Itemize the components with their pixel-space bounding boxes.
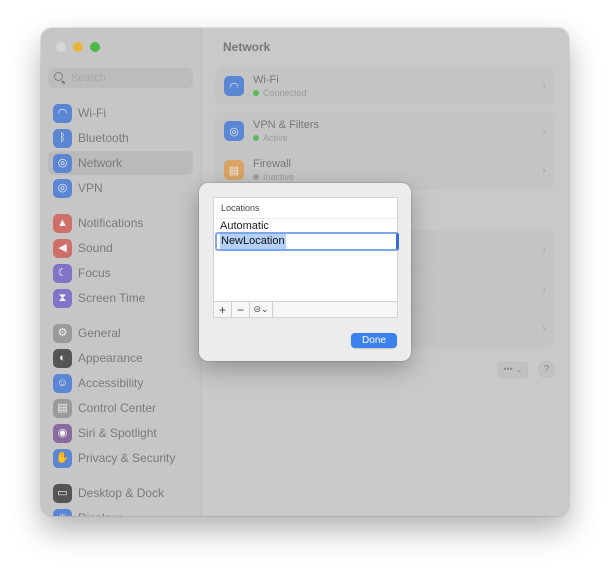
sidebar-item-label: Focus — [78, 266, 111, 280]
wifi-icon: ◠ — [224, 76, 244, 96]
wifi-card: ◠ Wi-Fi Connected › — [215, 67, 554, 105]
zoom-button[interactable] — [90, 42, 100, 52]
sidebar-item-control-center[interactable]: ▤ Control Center — [48, 396, 193, 420]
sidebar-item-appearance[interactable]: ◐ Appearance — [48, 346, 193, 370]
bottom-controls: ••• ⌄ ? — [498, 361, 555, 378]
list-header: Locations — [214, 198, 397, 219]
minimize-button[interactable] — [73, 42, 83, 52]
service-name: Firewall — [253, 157, 291, 170]
sidebar-item-notifications[interactable]: ▲ Notifications — [48, 211, 193, 235]
search-field[interactable] — [48, 68, 193, 88]
sidebar-item-label: Notifications — [78, 216, 144, 230]
sidebar-item-sound[interactable]: ◀ Sound — [48, 236, 193, 260]
chevron-right-icon: › — [542, 282, 546, 296]
status-dot — [253, 173, 259, 180]
firewall-icon: ▤ — [224, 160, 244, 180]
sidebar-item-privacy-security[interactable]: ✋ Privacy & Security — [48, 446, 193, 470]
service-row-wifi[interactable]: ◠ Wi-Fi Connected › — [215, 67, 554, 105]
service-status: Inactive — [263, 171, 295, 182]
chevron-right-icon: › — [542, 242, 546, 256]
vpn-globe-icon: ◎ — [53, 178, 72, 198]
chevron-right-icon: › — [542, 321, 546, 335]
sidebar-item-label: Privacy & Security — [78, 451, 176, 465]
hand-icon: ✋ — [53, 448, 72, 468]
bluetooth-icon: ᛒ — [53, 128, 72, 148]
sidebar: ◠ Wi-Fi ᛒ Bluetooth ◎ Network ◎ VPN ▲ Notificatio… — [41, 28, 202, 516]
sidebar-item-desktop-dock[interactable]: ▭ Desktop & Dock — [48, 481, 193, 505]
sidebar-item-label: Appearance — [78, 351, 143, 365]
sidebar-item-label: Bluetooth — [78, 131, 129, 145]
accessibility-icon: ☺ — [53, 373, 72, 393]
sidebar-item-focus[interactable]: ☾ Focus — [48, 261, 193, 285]
remove-location-button[interactable]: − — [232, 302, 250, 317]
sidebar-item-label: General — [78, 326, 121, 340]
add-location-button[interactable]: + — [214, 302, 232, 317]
sidebar-item-label: Sound — [78, 241, 113, 255]
sidebar-item-accessibility[interactable]: ☺ Accessibility — [48, 371, 193, 395]
locations-list: Locations Automatic NewLocation + − ⊝⌄ — [213, 197, 399, 318]
sidebar-item-label: Control Center — [78, 401, 157, 415]
locations-dialog: Locations Automatic NewLocation + − ⊝⌄ D… — [199, 183, 411, 361]
sidebar-item-label: Displays — [78, 511, 123, 516]
chevron-right-icon: › — [542, 79, 546, 93]
security-card: ◎ VPN & Filters Active › ▤ Firewall Inac… — [215, 112, 554, 190]
sidebar-item-label: Wi-Fi — [78, 106, 106, 120]
speaker-icon: ◀ — [53, 238, 72, 258]
sidebar-item-vpn[interactable]: ◎ VPN — [48, 176, 193, 200]
sidebar-item-label: Siri & Spotlight — [78, 426, 157, 440]
sidebar-item-bluetooth[interactable]: ᛒ Bluetooth — [48, 126, 193, 150]
sidebar-item-wi-fi[interactable]: ◠ Wi-Fi — [48, 101, 193, 125]
sidebar-item-screen-time[interactable]: ⧗ Screen Time — [48, 286, 193, 310]
status-dot — [253, 89, 259, 96]
sidebar-item-label: VPN — [78, 181, 103, 195]
list-toolbar: + − ⊝⌄ — [214, 301, 397, 317]
search-input[interactable] — [71, 72, 181, 84]
window-controls — [56, 42, 100, 52]
search-icon — [54, 72, 66, 84]
sidebar-item-siri-spotlight[interactable]: ◉ Siri & Spotlight — [48, 421, 193, 445]
sidebar-item-label: Accessibility — [78, 376, 144, 390]
service-status: Active — [263, 132, 288, 143]
location-name-input[interactable]: NewLocation — [215, 232, 399, 251]
sidebar-item-network[interactable]: ◎ Network — [48, 151, 193, 175]
moon-icon: ☾ — [53, 263, 72, 283]
gear-icon: ⚙ — [53, 323, 72, 343]
sidebar-item-label: Network — [78, 156, 123, 170]
chevron-right-icon: › — [542, 124, 546, 138]
siri-icon: ◉ — [53, 423, 72, 443]
chevron-right-icon: › — [542, 163, 546, 177]
done-button[interactable]: Done — [351, 333, 397, 348]
sidebar-item-general[interactable]: ⚙ General — [48, 321, 193, 345]
control-center-icon: ▤ — [53, 398, 72, 418]
dock-icon: ▭ — [53, 483, 72, 503]
close-button[interactable] — [56, 42, 66, 52]
bell-icon: ▲ — [53, 213, 72, 233]
location-item[interactable]: Automatic — [220, 220, 269, 232]
status-dot — [253, 134, 259, 141]
sidebar-item-label: Screen Time — [78, 291, 146, 305]
service-name: VPN & Filters — [253, 118, 320, 131]
display-icon: ☀ — [53, 508, 72, 516]
page-title: Network — [223, 40, 271, 54]
globe-icon: ◎ — [53, 153, 72, 173]
help-button[interactable]: ? — [538, 361, 555, 378]
service-name: Wi-Fi — [253, 73, 279, 86]
service-status: Connected — [263, 87, 307, 98]
appearance-icon: ◐ — [53, 348, 72, 368]
selected-text[interactable]: NewLocation — [220, 234, 286, 249]
sidebar-item-label: Desktop & Dock — [78, 486, 165, 500]
wifi-icon: ◠ — [53, 103, 72, 123]
vpn-globe-icon: ◎ — [224, 121, 244, 141]
hourglass-icon: ⧗ — [53, 288, 72, 308]
service-row-vpn[interactable]: ◎ VPN & Filters Active › — [215, 112, 554, 150]
sidebar-item-displays[interactable]: ☀ Displays — [48, 506, 193, 516]
list-header-label: Locations — [221, 203, 260, 213]
more-actions-button[interactable]: ••• ⌄ — [498, 361, 528, 378]
action-menu-button[interactable]: ⊝⌄ — [250, 302, 273, 317]
